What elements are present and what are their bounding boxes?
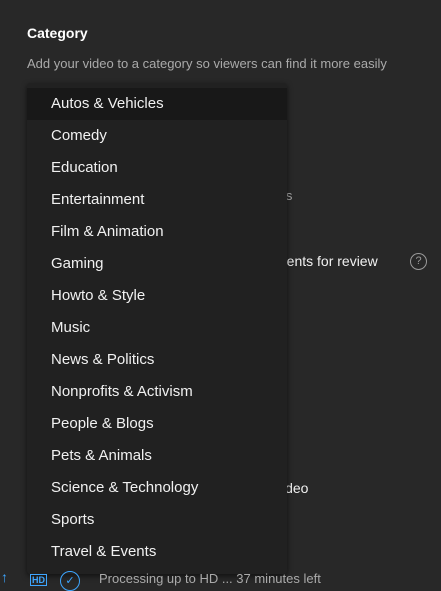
dropdown-item-music[interactable]: Music xyxy=(27,312,287,344)
dropdown-item-news-and-politics[interactable]: News & Politics xyxy=(27,344,287,376)
upload-icon: ↑ xyxy=(1,569,8,585)
dropdown-item-howto-and-style[interactable]: Howto & Style xyxy=(27,280,287,312)
dropdown-item-sports[interactable]: Sports xyxy=(27,504,287,536)
dropdown-item-comedy[interactable]: Comedy xyxy=(27,120,287,152)
category-description: Add your video to a category so viewers … xyxy=(27,56,387,71)
check-circle-icon: ✓ xyxy=(60,571,80,591)
status-bar: ↑ HD ✓ Processing up to HD ... 37 minute… xyxy=(0,569,441,591)
dropdown-item-autos-and-vehicles[interactable]: Autos & Vehicles xyxy=(27,88,287,120)
dropdown-item-entertainment[interactable]: Entertainment xyxy=(27,184,287,216)
dropdown-item-nonprofits-and-activism[interactable]: Nonprofits & Activism xyxy=(27,376,287,408)
dropdown-item-travel-and-events[interactable]: Travel & Events xyxy=(27,536,287,568)
category-title: Category xyxy=(27,25,88,41)
hd-icon: HD xyxy=(30,574,47,586)
dropdown-item-people-and-blogs[interactable]: People & Blogs xyxy=(27,408,287,440)
processing-status: Processing up to HD ... 37 minutes left xyxy=(99,571,321,586)
dropdown-item-gaming[interactable]: Gaming xyxy=(27,248,287,280)
help-icon[interactable]: ? xyxy=(410,253,427,270)
dropdown-item-science-and-technology[interactable]: Science & Technology xyxy=(27,472,287,504)
review-comments-fragment: ments for review xyxy=(275,253,378,269)
category-dropdown: Autos & Vehicles Comedy Education Entertain… xyxy=(27,83,287,574)
dropdown-item-pets-and-animals[interactable]: Pets & Animals xyxy=(27,440,287,472)
dropdown-item-education[interactable]: Education xyxy=(27,152,287,184)
dropdown-item-film-and-animation[interactable]: Film & Animation xyxy=(27,216,287,248)
